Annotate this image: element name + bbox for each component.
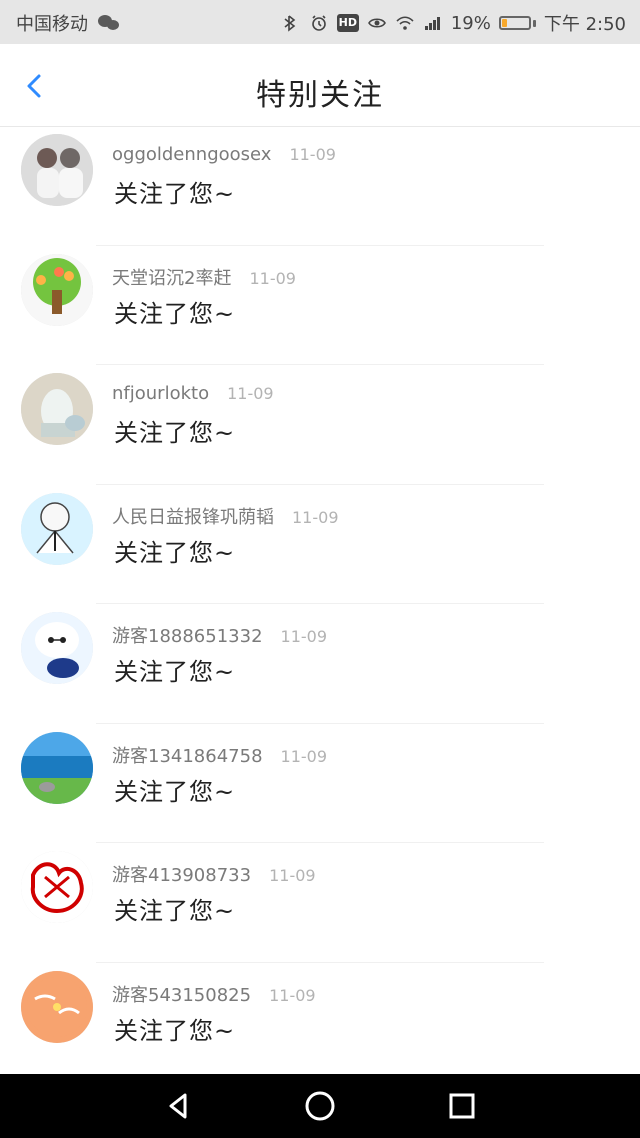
status-time: 下午 2:50 — [543, 14, 626, 35]
triangle-back-icon[interactable] — [160, 1088, 196, 1124]
follow-message: 关注了您~ — [114, 419, 236, 447]
item-meta: 游客543150825 11-09 — [112, 981, 316, 1007]
list-item[interactable]: oggoldenngoosex 11-09 关注了您~ — [0, 126, 640, 246]
item-date: 11-09 — [292, 507, 339, 527]
item-date: 11-09 — [289, 145, 336, 164]
special-follow-list: oggoldenngoosex 11-09 关注了您~ 天堂诏沉2率赶 11-0… — [0, 126, 640, 1074]
follow-message: 关注了您~ — [114, 299, 236, 328]
hd-icon: HD — [336, 14, 359, 32]
follow-message: 关注了您~ — [114, 658, 236, 686]
follow-message: 关注了您~ — [114, 777, 236, 806]
avatar[interactable] — [21, 851, 93, 923]
item-meta: oggoldenngoosex 11-09 — [112, 144, 336, 165]
battery-icon — [498, 16, 536, 30]
follow-message: 关注了您~ — [114, 897, 236, 925]
item-date: 11-09 — [249, 268, 296, 288]
user-name: 人民日益报锋巩荫韬 — [112, 506, 274, 528]
item-date: 11-09 — [269, 985, 316, 1005]
carrier-label: 中国移动 — [16, 14, 88, 35]
android-navigation-bar — [0, 1074, 640, 1138]
page-header: 特别关注 — [0, 44, 640, 126]
list-item[interactable]: 游客1341864758 11-09 关注了您~ — [0, 724, 640, 843]
signal-icon — [423, 14, 443, 32]
list-item[interactable]: nfjourlokto 11-09 关注了您~ — [0, 365, 640, 485]
wechat-icon — [98, 14, 120, 32]
wifi-icon — [395, 14, 415, 32]
user-name: nfjourlokto — [112, 383, 210, 404]
item-date: 11-09 — [280, 746, 328, 766]
avatar[interactable] — [21, 612, 93, 684]
avatar[interactable] — [21, 492, 93, 565]
user-name: 游客413908733 — [112, 865, 252, 886]
item-meta: nfjourlokto 11-09 — [112, 383, 274, 404]
follow-message: 关注了您~ — [114, 1016, 236, 1045]
avatar[interactable] — [21, 731, 93, 804]
item-date: 11-09 — [227, 384, 274, 403]
battery-percent: 19% — [450, 12, 491, 34]
square-recent-icon[interactable] — [444, 1088, 480, 1124]
battery-fill — [501, 19, 507, 27]
circle-home-icon[interactable] — [302, 1088, 338, 1124]
item-date: 11-09 — [269, 866, 316, 885]
alarm-icon — [309, 14, 329, 32]
item-meta: 游客413908733 11-09 — [112, 861, 316, 887]
user-name: oggoldenngoosex — [112, 144, 272, 165]
user-name: 天堂诏沉2率赶 — [112, 267, 232, 289]
user-name: 游客543150825 — [112, 984, 252, 1006]
user-name: 游客1341864758 — [112, 745, 263, 767]
follow-message: 关注了您~ — [114, 538, 236, 567]
bluetooth-icon — [281, 14, 301, 32]
list-item[interactable]: 游客413908733 11-09 关注了您~ — [0, 843, 640, 963]
avatar[interactable] — [21, 134, 93, 206]
follow-message: 关注了您~ — [114, 180, 236, 208]
item-meta: 人民日益报锋巩荫韬 11-09 — [112, 503, 339, 529]
list-item[interactable]: 人民日益报锋巩荫韬 11-09 关注了您~ — [0, 485, 640, 604]
item-meta: 游客1341864758 11-09 — [112, 742, 327, 768]
list-item[interactable]: 天堂诏沉2率赶 11-09 关注了您~ — [0, 246, 640, 365]
page-title: 特别关注 — [256, 78, 384, 113]
status-bar: 中国移动 HD 19% 下午 2:50 — [0, 0, 640, 44]
list-item[interactable]: 游客1888651332 11-09 关注了您~ — [0, 604, 640, 724]
avatar[interactable] — [21, 970, 93, 1043]
avatar[interactable] — [21, 253, 93, 326]
user-name: 游客1888651332 — [112, 626, 263, 647]
list-item[interactable]: 游客543150825 11-09 关注了您~ — [0, 963, 640, 1075]
avatar[interactable] — [21, 373, 93, 445]
eye-icon — [367, 14, 387, 32]
status-right: HD 19% 下午 2:50 — [281, 10, 626, 36]
item-meta: 游客1888651332 11-09 — [112, 622, 327, 648]
status-left: 中国移动 — [16, 10, 120, 36]
item-date: 11-09 — [280, 627, 328, 646]
item-meta: 天堂诏沉2率赶 11-09 — [112, 264, 296, 290]
